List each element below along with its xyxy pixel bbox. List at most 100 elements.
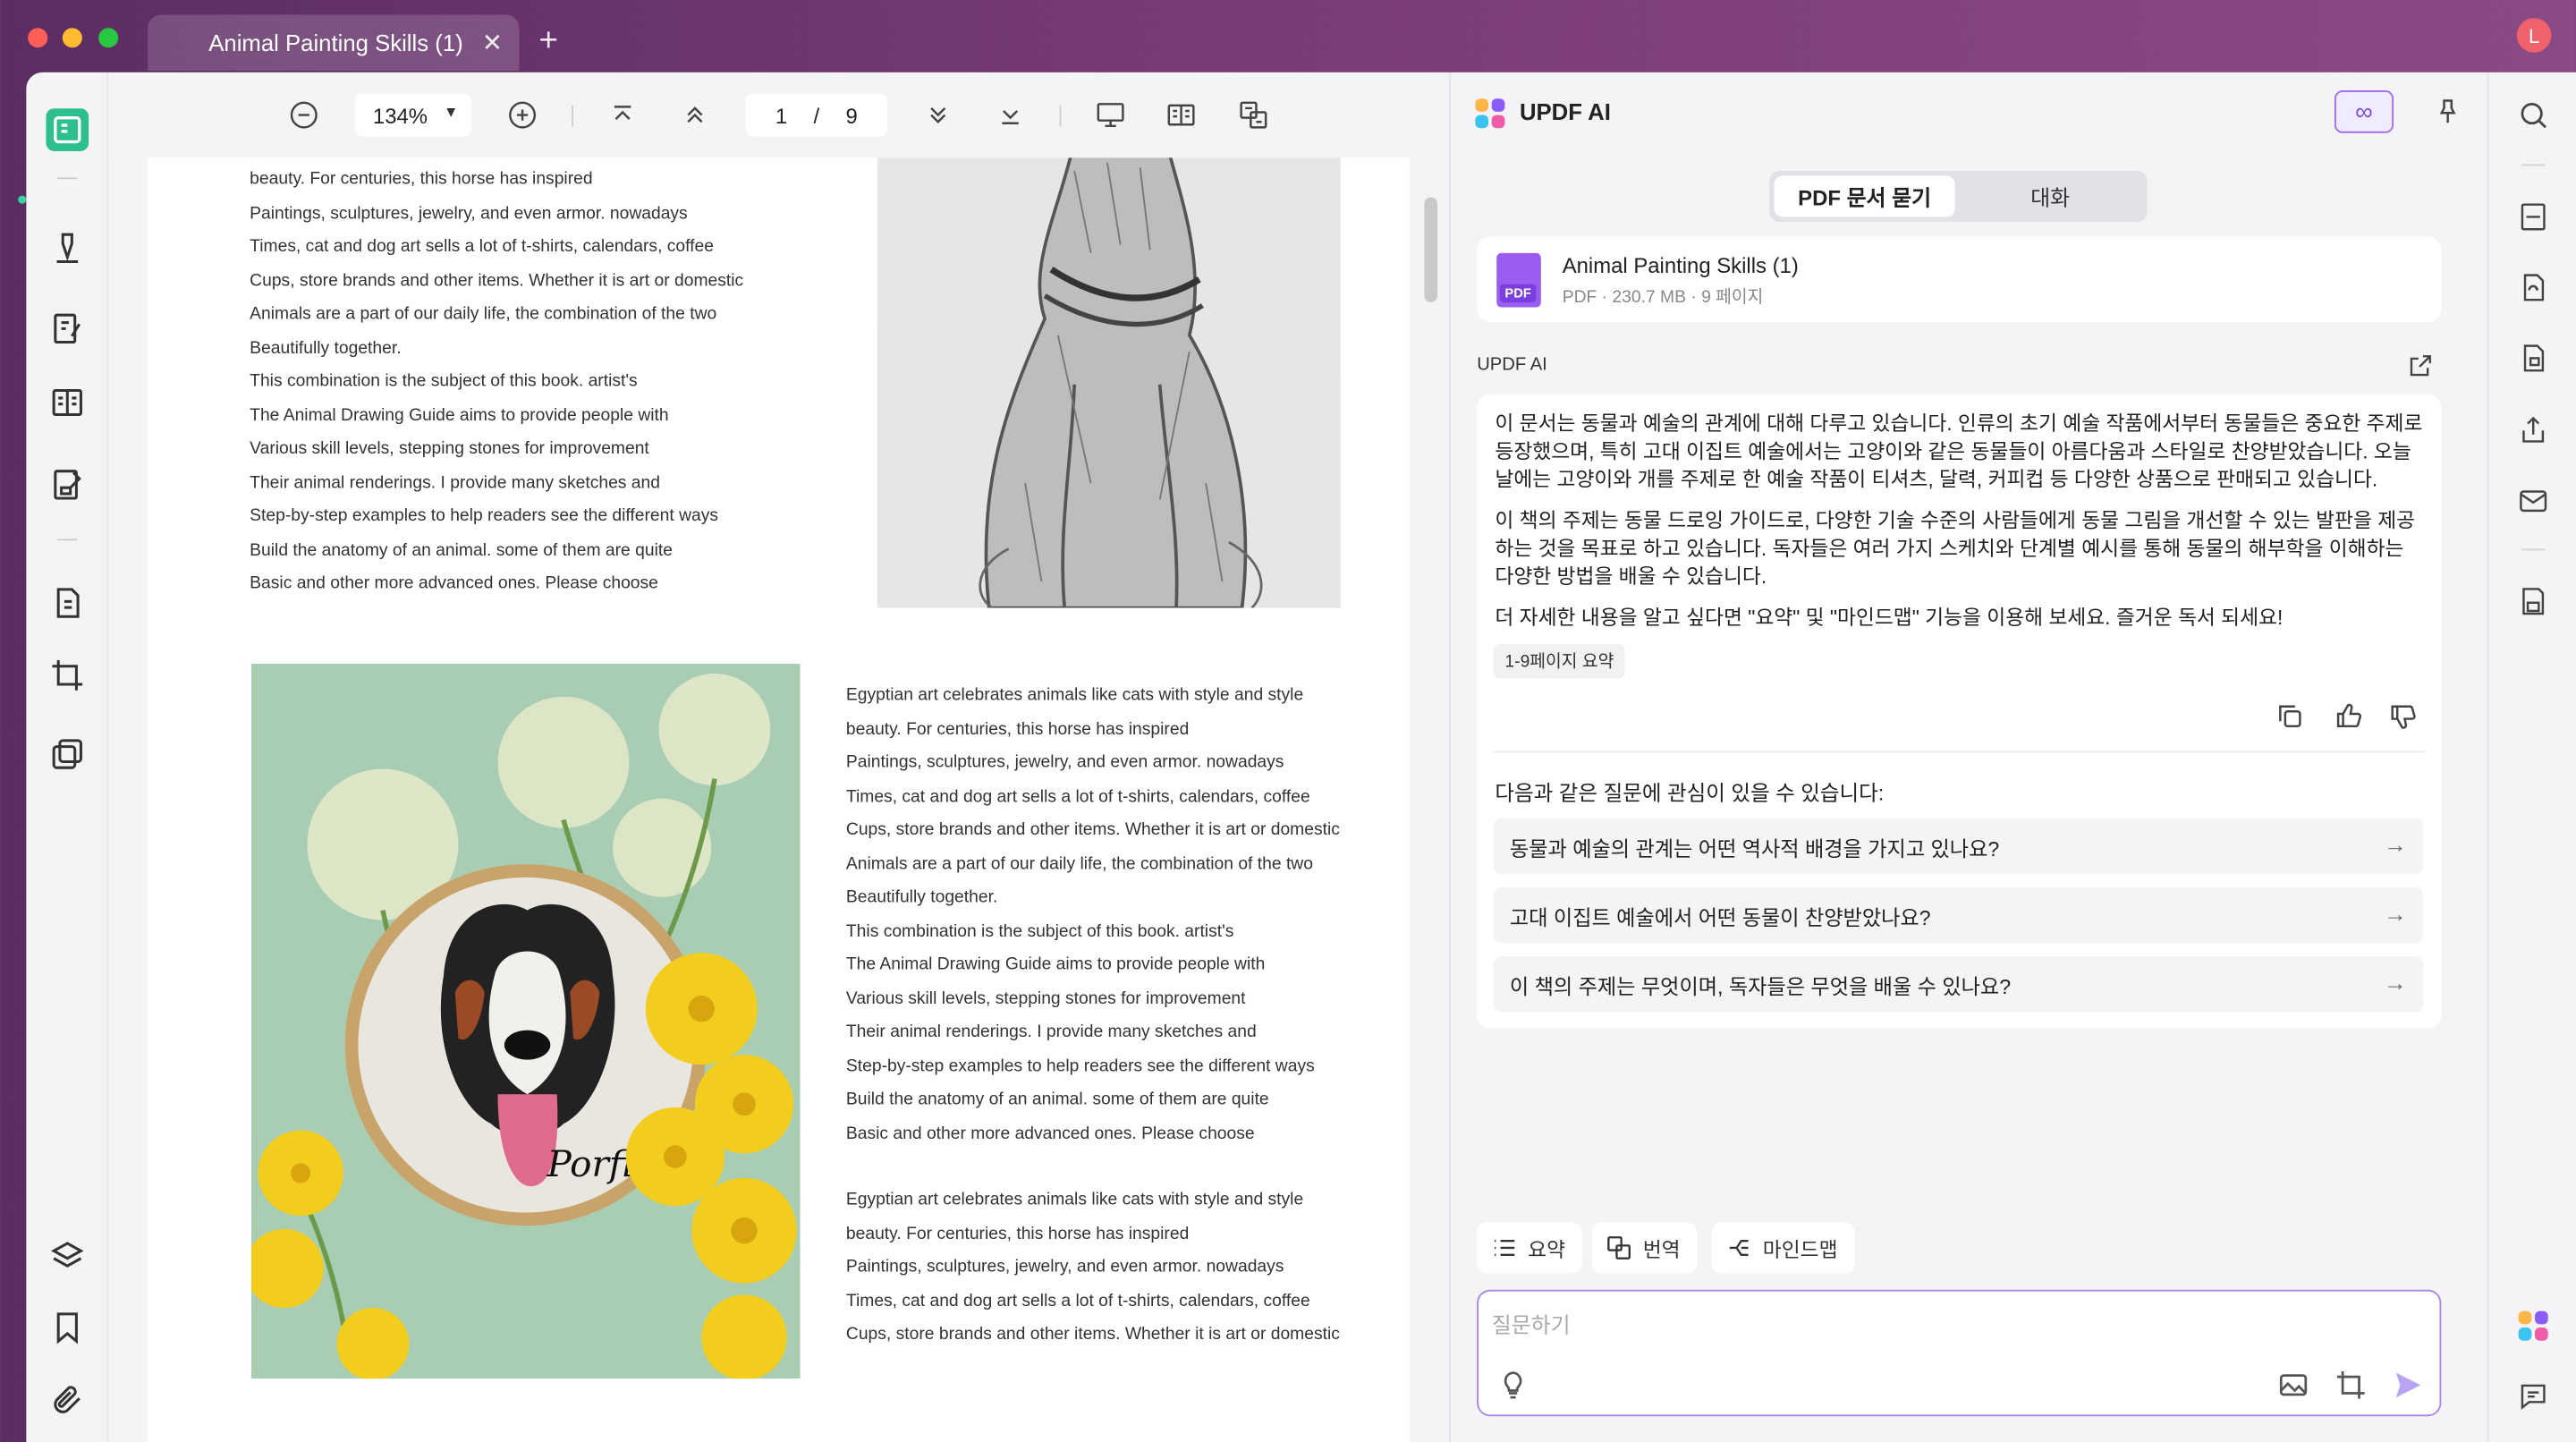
search-icon[interactable] — [2517, 98, 2550, 131]
suggested-question[interactable]: 고대 이집트 예술에서 어떤 동물이 찬양받았나요? → — [1493, 886, 2424, 944]
zoom-in-icon[interactable] — [504, 97, 540, 132]
screenshot-icon[interactable] — [2334, 1369, 2368, 1402]
file-meta: PDF · 230.7 MB · 9 페이지 — [1562, 287, 1764, 308]
pin-icon[interactable] — [2433, 97, 2462, 126]
previous-page-icon[interactable] — [677, 97, 713, 132]
text-line: Times, cat and dog art sells a lot of t-… — [250, 236, 714, 257]
updf-ai-icon[interactable] — [2517, 1310, 2550, 1343]
save-icon[interactable] — [2517, 585, 2550, 618]
suggested-question[interactable]: 이 책의 주제는 무엇이며, 독자들은 무엇을 배울 수 있나요? → — [1493, 955, 2424, 1013]
tab-pdf-ask[interactable]: PDF 문서 묻기 — [1774, 175, 1955, 217]
image-icon[interactable] — [2277, 1369, 2310, 1402]
ocr-icon[interactable] — [2517, 200, 2550, 233]
text-line: Times, cat and dog art sells a lot of t-… — [845, 1290, 1310, 1311]
minimize-window-button[interactable] — [62, 28, 82, 48]
answer-paragraph: 더 자세한 내용을 알고 싶다면 "요약" 및 "마인드맵" 기능을 이용해 보… — [1495, 606, 2284, 630]
form-edit-icon[interactable] — [46, 463, 89, 506]
title-bar: Animal Painting Skills (1) ✕ + L — [0, 0, 2576, 72]
convert-pdf-icon[interactable] — [2517, 271, 2550, 304]
edit-pdf-icon[interactable] — [46, 307, 89, 350]
text-line: Beautifully together. — [845, 886, 998, 907]
list-icon — [1495, 1239, 1515, 1256]
text-line: Step-by-step examples to help readers se… — [250, 505, 719, 526]
text-line: Various skill levels, stepping stones fo… — [250, 438, 649, 459]
thumbs-down-icon[interactable] — [2389, 701, 2419, 731]
ai-title: UPDF AI — [1519, 98, 1611, 125]
ai-header: UPDF AI ∞ — [1451, 72, 2489, 155]
arrow-right-icon: → — [2384, 969, 2407, 997]
avatar[interactable]: L — [2516, 18, 2552, 53]
ai-response-label: UPDF AI — [1477, 354, 1547, 375]
divider — [2521, 164, 2546, 166]
crop-icon[interactable] — [46, 654, 89, 697]
text-line: This combination is the subject of this … — [845, 920, 1234, 941]
text-line: beauty. For centuries, this horse has in… — [250, 169, 593, 190]
document-scrollbar[interactable] — [1424, 197, 1438, 302]
page-organize-icon[interactable] — [46, 381, 89, 424]
maximize-window-button[interactable] — [98, 28, 119, 48]
answer-text: 이 문서는 동물과 예술의 관계에 대해 다루고 있습니다. 인류의 초기 예술… — [1495, 411, 2423, 646]
text-line: Build the anatomy of an animal. some of … — [845, 1089, 1269, 1109]
page-display-icon[interactable] — [1163, 97, 1199, 132]
highlighter-icon[interactable] — [46, 226, 89, 269]
copy-icon[interactable] — [2275, 701, 2305, 731]
convert-icon[interactable] — [46, 581, 89, 624]
text-line: The Animal Drawing Guide aims to provide… — [845, 954, 1266, 975]
mode-switch: PDF 문서 묻기 대화 — [1769, 171, 2148, 222]
toolbar-divider — [1059, 105, 1062, 127]
presentation-icon[interactable] — [1092, 97, 1128, 132]
pdf-file-icon: PDF — [1496, 252, 1541, 308]
share-icon[interactable] — [2517, 414, 2550, 447]
suggested-question[interactable]: 동물과 예술의 관계는 어떤 역사적 배경을 가지고 있나요? → — [1493, 818, 2424, 875]
last-page-icon[interactable] — [992, 97, 1028, 132]
total-pages: 9 — [845, 102, 858, 128]
document-tab[interactable]: Animal Painting Skills (1) ✕ — [148, 14, 520, 71]
dog-sketch-image — [877, 157, 1341, 608]
zoom-select[interactable]: 134% ▼ — [354, 93, 472, 137]
thumbs-up-icon[interactable] — [2334, 701, 2364, 731]
send-icon[interactable] — [2392, 1369, 2425, 1402]
translate-label: 번역 — [1642, 1237, 1681, 1261]
layers-icon[interactable] — [46, 1235, 89, 1278]
tool-sidebar — [26, 72, 109, 1442]
reader-mode-icon[interactable] — [46, 108, 89, 151]
app-ui: Animal Painting Skills (1) ✕ + L 134% ▼ … — [0, 0, 2576, 1442]
batch-icon[interactable] — [46, 733, 89, 776]
translate-icon[interactable] — [1235, 97, 1271, 132]
current-page-input[interactable]: 1 — [775, 103, 787, 128]
translate-button[interactable]: 번역 — [1591, 1222, 1697, 1274]
tool-divider — [57, 177, 78, 180]
question-input[interactable]: 질문하기 — [1477, 1289, 2442, 1417]
text-line: Build the anatomy of an animal. some of … — [250, 539, 673, 560]
close-tab-icon[interactable]: ✕ — [482, 28, 503, 57]
open-external-icon[interactable] — [2407, 352, 2435, 379]
tab-chat[interactable]: 대화 — [1960, 176, 2140, 217]
page-navigator[interactable]: 1 / 9 — [745, 93, 887, 137]
next-page-icon[interactable] — [920, 97, 956, 132]
tool-divider — [57, 539, 78, 541]
close-window-button[interactable] — [28, 28, 48, 48]
zoom-out-icon[interactable] — [286, 97, 322, 132]
pdf-page[interactable]: beauty. For centuries, this horse has in… — [148, 157, 1410, 1442]
lightbulb-icon[interactable] — [1496, 1369, 1530, 1402]
toolbar-divider — [572, 105, 574, 127]
app-window: 134% ▼ 1 / 9 beauty. For centuries, this… — [26, 72, 2576, 1442]
page-range-chip[interactable]: 1-9페이지 요약 — [1493, 643, 1626, 679]
answer-paragraph: 이 책의 주제는 동물 드로잉 가이드로, 다양한 기술 수준의 사람들에게 동… — [1495, 509, 2416, 589]
protect-icon[interactable] — [2517, 342, 2550, 375]
document-toolbar: 134% ▼ 1 / 9 — [108, 72, 1449, 158]
attachment-icon[interactable] — [46, 1378, 89, 1421]
comment-icon[interactable] — [2517, 1380, 2550, 1413]
mail-icon[interactable] — [2517, 485, 2550, 518]
summarize-button[interactable]: 요약 — [1477, 1222, 1582, 1274]
text-line: Beautifully together. — [250, 337, 402, 358]
status-dot — [18, 195, 27, 204]
infinity-icon[interactable]: ∞ — [2334, 90, 2394, 133]
file-card[interactable]: PDF Animal Painting Skills (1) PDF · 230… — [1477, 236, 2442, 322]
first-page-icon[interactable] — [605, 97, 640, 132]
mindmap-button[interactable]: 마인드맵 — [1711, 1222, 1854, 1274]
bookmark-icon[interactable] — [46, 1306, 89, 1349]
chevron-down-icon: ▼ — [444, 103, 459, 121]
answer-paragraph: 이 문서는 동물과 예술의 관계에 대해 다루고 있습니다. 인류의 초기 예술… — [1495, 412, 2423, 492]
new-tab-icon[interactable]: + — [538, 23, 557, 61]
